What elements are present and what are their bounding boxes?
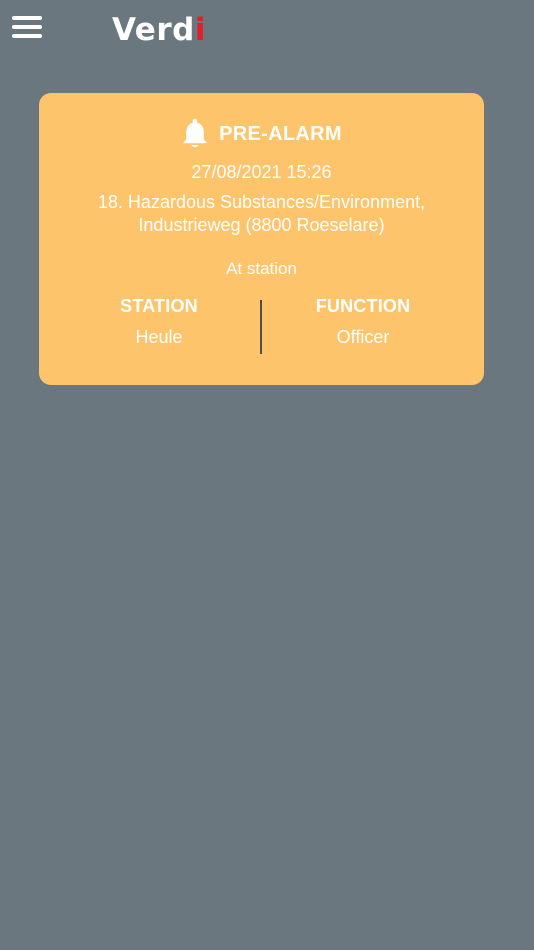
app-logo: Verdi (112, 10, 206, 50)
function-value: Officer (336, 327, 390, 347)
function-label: FUNCTION (315, 296, 411, 316)
incident-line: 18. Hazardous Substances/Environment, (97, 192, 426, 212)
response-status: At station (226, 259, 297, 278)
station-label: STATION (120, 296, 198, 316)
alarm-title: PRE-ALARM (219, 122, 342, 145)
station-value: Heule (135, 327, 183, 347)
top-bar: Verdi (0, 0, 534, 64)
incident-description: 18. Hazardous Substances/Environment, In… (59, 191, 464, 237)
hamburger-menu-icon[interactable] (12, 16, 44, 40)
alarm-card[interactable]: PRE-ALARM 27/08/2021 15:26 18. Hazardous… (39, 93, 484, 385)
menu-line (12, 25, 42, 29)
station-column: STATION Heule (59, 296, 259, 348)
logo-accent: i (194, 12, 206, 48)
bell-icon (183, 118, 208, 148)
menu-line (12, 34, 42, 38)
incident-address: Industrieweg (8800 Roeselare) (138, 215, 385, 235)
alarm-datetime: 27/08/2021 15:26 (191, 162, 332, 182)
column-divider (260, 300, 262, 354)
menu-line (12, 16, 42, 20)
logo-text: Verd (112, 12, 195, 48)
function-column: FUNCTION Officer (263, 296, 463, 348)
alarm-header: PRE-ALARM (39, 118, 484, 149)
